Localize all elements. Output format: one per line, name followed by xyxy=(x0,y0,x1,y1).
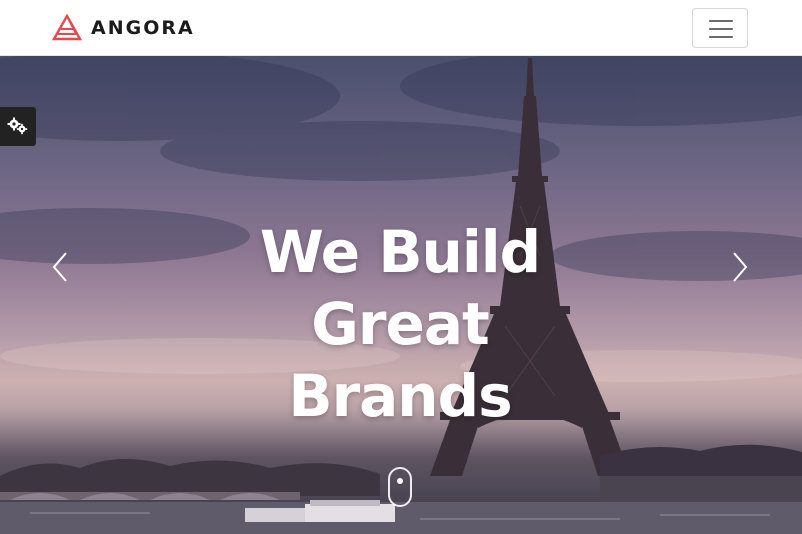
hero-carousel: We Build Great Brands xyxy=(0,56,802,534)
menu-toggle-button[interactable] xyxy=(692,8,748,48)
site-header: ANGORA xyxy=(0,0,802,56)
settings-panel-toggle[interactable] xyxy=(0,107,36,146)
hero-title-line: Brands xyxy=(288,362,512,430)
scroll-dot xyxy=(397,478,403,484)
hero-title: We Build Great Brands xyxy=(0,216,800,432)
hamburger-menu-icon xyxy=(709,20,733,22)
brand-name: ANGORA xyxy=(91,17,195,39)
mouse-scroll-icon[interactable] xyxy=(388,467,412,507)
gears-icon xyxy=(7,117,28,135)
hero-title-line: Great xyxy=(311,290,489,358)
angora-triangle-logo-icon xyxy=(52,14,82,41)
hero-title-line: We Build xyxy=(259,218,541,286)
brand-logo[interactable]: ANGORA xyxy=(52,14,195,42)
